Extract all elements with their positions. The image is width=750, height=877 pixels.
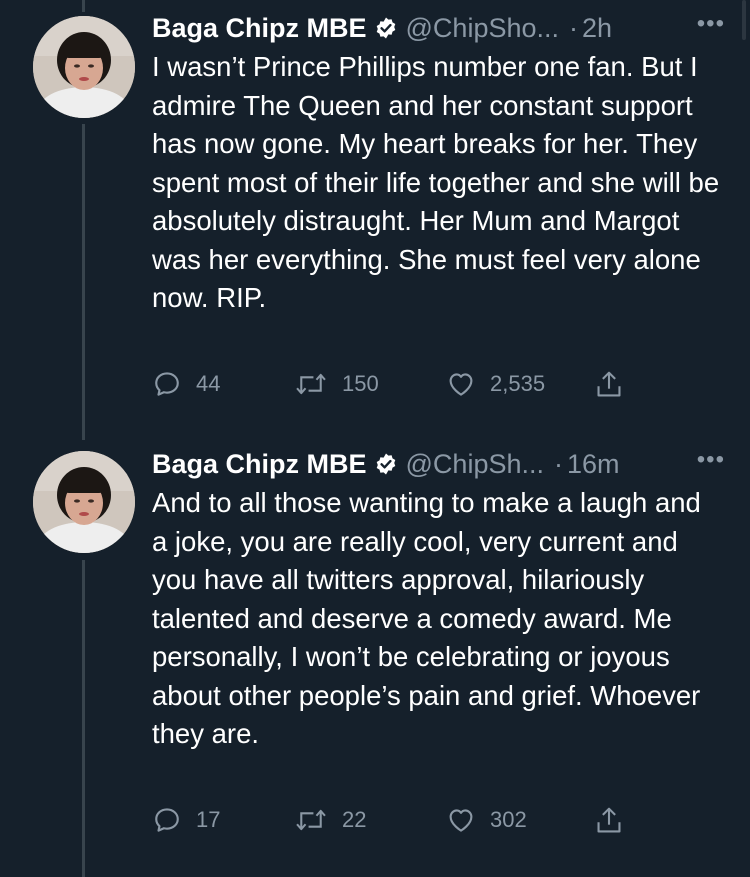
timestamp[interactable]: 2h	[582, 13, 612, 44]
separator: ·	[553, 448, 563, 479]
thread-line-bottom	[82, 560, 85, 877]
tweet-text: And to all those wanting to make a laugh…	[152, 487, 701, 749]
reply-count: 17	[196, 807, 221, 832]
tweet-header: Baga Chipz MBE @ChipSh... · 16m •••	[152, 446, 737, 482]
handle[interactable]: @ChipSho...	[406, 13, 559, 44]
like-button[interactable]: 302	[446, 805, 527, 835]
reply-count: 44	[196, 371, 221, 396]
display-name[interactable]: Baga Chipz MBE	[152, 13, 367, 44]
retweet-button[interactable]: 150	[294, 369, 379, 399]
retweet-count: 150	[342, 371, 379, 396]
scrollbar[interactable]	[742, 0, 746, 40]
retweet-icon	[296, 373, 326, 395]
tweet-header: Baga Chipz MBE @ChipSho... · 2h •••	[152, 10, 737, 46]
reply-icon	[155, 372, 179, 396]
share-icon	[597, 371, 621, 397]
avatar-image	[33, 451, 135, 553]
retweet-button[interactable]: 22	[294, 805, 366, 835]
like-count: 302	[490, 807, 527, 832]
reply-icon	[155, 808, 179, 832]
verified-badge-icon	[376, 453, 395, 475]
like-count: 2,535	[490, 371, 546, 396]
display-name[interactable]: Baga Chipz MBE	[152, 449, 367, 480]
share-icon	[597, 807, 621, 833]
timestamp[interactable]: 16m	[567, 449, 620, 480]
handle[interactable]: @ChipSh...	[406, 449, 544, 480]
like-icon	[449, 373, 473, 396]
thread-line-connector	[82, 124, 85, 440]
share-button[interactable]	[594, 805, 624, 837]
share-button[interactable]	[594, 369, 624, 401]
reply-button[interactable]: 17	[152, 805, 220, 835]
thread-line-top	[82, 0, 85, 12]
like-button[interactable]: 2,535	[446, 369, 545, 399]
tweet-text: I wasn’t Prince Phillips number one fan.…	[152, 51, 720, 313]
more-icon[interactable]: •••	[697, 446, 737, 474]
tweet-actions: 44 150 2,535	[152, 369, 742, 409]
avatar[interactable]	[33, 16, 135, 118]
thread-view: Baga Chipz MBE @ChipSho... · 2h ••• I wa…	[0, 0, 750, 877]
retweet-count: 22	[342, 807, 367, 832]
tweet-actions: 17 22 302	[152, 805, 742, 845]
like-icon	[449, 809, 473, 832]
retweet-icon	[296, 809, 326, 831]
reply-button[interactable]: 44	[152, 369, 220, 399]
separator: ·	[569, 12, 578, 43]
tweet-body: Baga Chipz MBE @ChipSho... · 2h ••• I wa…	[152, 10, 737, 318]
verified-badge-icon	[376, 17, 395, 39]
more-icon[interactable]: •••	[697, 10, 737, 38]
tweet-body: Baga Chipz MBE @ChipSh... · 16m ••• And …	[152, 446, 737, 754]
avatar[interactable]	[33, 451, 135, 553]
avatar-image	[33, 16, 135, 118]
